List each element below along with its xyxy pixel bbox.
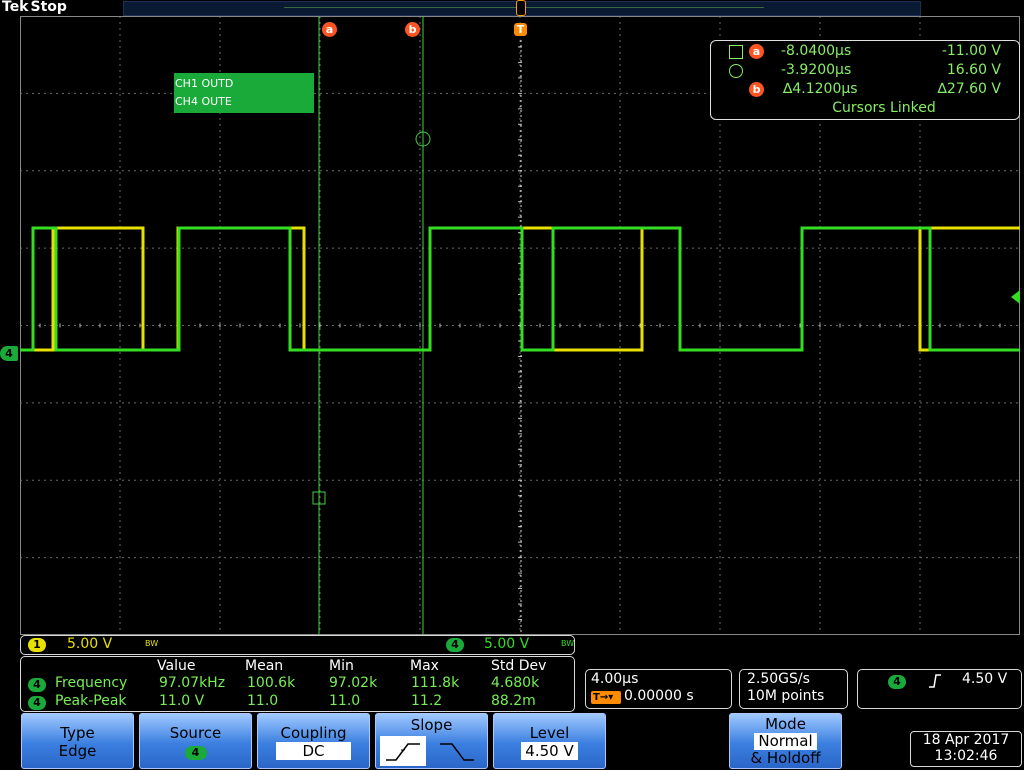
meas-row1-name: Frequency (55, 675, 128, 691)
meas-row1-min: 97.02k (329, 675, 378, 691)
mode-label: Mode (765, 715, 806, 733)
meas-header-stddev: Std Dev (491, 658, 547, 674)
level-button[interactable]: Level 4.50 V (493, 713, 606, 769)
cursors-linked-label: Cursors Linked (832, 100, 936, 116)
cursor-a-time: -8.0400µs (781, 43, 852, 59)
cursor-b-time: -3.9200µs (781, 62, 852, 78)
cursor-delta-volt: ∆27.60 V (937, 81, 1001, 97)
horizontal-delay: 0.00000 s (624, 688, 694, 704)
slope-falling-option[interactable] (434, 736, 480, 766)
time: 13:02:46 (934, 748, 998, 764)
cursor-b-marker[interactable]: b (405, 22, 420, 37)
meas-header-value: Value (157, 658, 196, 674)
level-label: Level (529, 724, 570, 742)
channel-label-box: CH1 OUTD CH4 OUTE (174, 73, 314, 113)
meas-row1-value: 97.07kHz (159, 675, 226, 691)
status-bar: Tek Stop (0, 0, 1024, 16)
type-label: Type (60, 724, 95, 742)
coupling-button[interactable]: Coupling DC (257, 713, 370, 769)
rising-slope-icon (386, 743, 420, 761)
source-button[interactable]: Source 4 (139, 713, 252, 769)
ch4-scale[interactable]: 5.00 V (484, 636, 529, 652)
meas-row1-std: 4.680k (491, 675, 540, 691)
horizontal-scale: 4.00µs (591, 671, 639, 687)
record-length: 10M points (747, 688, 825, 704)
date-time: 18 Apr 2017 13:02:46 (910, 731, 1022, 767)
channel-label-ch1: CH1 OUTD (175, 77, 234, 90)
source-value: 4 (184, 746, 207, 760)
square-cursor-icon (729, 45, 743, 59)
meas-row2-std: 88.2m (491, 693, 536, 709)
falling-slope-icon (440, 743, 474, 761)
ch1-badge[interactable]: 1 (28, 638, 46, 652)
meas-row2-mean: 11.0 (247, 693, 279, 709)
cursor-a-badge: a (749, 44, 764, 59)
cursor-a-row: a -8.0400µs -11.00 V (711, 43, 1017, 61)
trigger-delay-icon: T→▾ (591, 691, 621, 704)
ch4-ground-label: 4 (5, 347, 13, 360)
trigger-source-badge: 4 (888, 675, 906, 689)
cursor-delta-time: ∆4.1200µs (783, 81, 858, 97)
meas-header-max: Max (410, 658, 439, 674)
cursor-delta-row: b ∆4.1200µs ∆27.60 V (711, 81, 1017, 99)
ch1-bw-limit-icon: BW (145, 639, 159, 648)
cursor-b-badge: b (749, 82, 764, 97)
brand-label: Tek Stop (2, 0, 67, 15)
mode-button[interactable]: Mode Normal & Holdoff (729, 713, 842, 769)
slope-rising-option[interactable] (380, 736, 426, 766)
sample-rate: 2.50GS/s (747, 671, 810, 687)
level-value: 4.50 V (521, 742, 578, 760)
ch4-ground-marker[interactable]: 4 (0, 346, 18, 361)
meas-header-mean: Mean (245, 658, 284, 674)
circle-cursor-icon (729, 64, 743, 78)
ch1-scale[interactable]: 5.00 V (67, 636, 112, 652)
slope-button[interactable]: Slope (375, 713, 488, 769)
trigger-marker[interactable]: T (514, 23, 527, 36)
cursor-a-marker[interactable]: a (322, 22, 337, 37)
trigger-readout[interactable]: 4 4.50 V (857, 669, 1022, 709)
meas-row2-name: Peak-Peak (55, 693, 127, 709)
type-button[interactable]: Type Edge (21, 713, 134, 769)
meas-row2-value: 11.0 V (159, 693, 205, 709)
trigger-position-icon[interactable] (516, 0, 526, 16)
meas-row1-mean: 100.6k (247, 675, 296, 691)
mode-value-holdoff: & Holdoff (750, 749, 821, 767)
brand-logo: Tek (2, 0, 29, 15)
coupling-value: DC (276, 742, 351, 760)
acquisition-status: Stop (30, 0, 67, 15)
measurements-panel[interactable]: Value Mean Min Max Std Dev 4 Frequency 9… (20, 656, 575, 712)
vertical-scale-bar: 1 5.00 V BW 4 5.00 V BW (20, 635, 575, 655)
channel-label-ch4: CH4 OUTE (175, 95, 232, 108)
trigger-level-arrow-icon[interactable] (1011, 290, 1020, 304)
meas-row2-max: 11.2 (411, 693, 443, 709)
horizontal-readout[interactable]: 4.00µs T→▾ 0.00000 s (585, 669, 732, 709)
coupling-label: Coupling (280, 724, 347, 742)
trigger-level: 4.50 V (962, 671, 1008, 687)
ch4-bw-limit-icon: BW (561, 639, 575, 648)
meas-row1-max: 111.8k (411, 675, 460, 691)
cursor-readout[interactable]: a -8.0400µs -11.00 V -3.9200µs 16.60 V b… (710, 40, 1020, 120)
cursor-b-volt: 16.60 V (946, 62, 1001, 78)
meas-header-min: Min (329, 658, 354, 674)
date: 18 Apr 2017 (922, 732, 1010, 748)
slope-label: Slope (410, 716, 453, 734)
meas-row1-ch-badge: 4 (28, 678, 46, 692)
ch4-badge[interactable]: 4 (446, 638, 464, 652)
type-value: Edge (58, 742, 97, 760)
rising-edge-icon (929, 674, 941, 688)
cursor-b-row: -3.9200µs 16.60 V (711, 62, 1017, 80)
meas-row2-ch-badge: 4 (28, 696, 46, 710)
source-label: Source (169, 724, 222, 742)
meas-row2-min: 11.0 (329, 693, 361, 709)
acquisition-readout[interactable]: 2.50GS/s 10M points (739, 669, 848, 709)
mode-value: Normal (754, 733, 817, 750)
cursor-a-volt: -11.00 V (941, 43, 1001, 59)
